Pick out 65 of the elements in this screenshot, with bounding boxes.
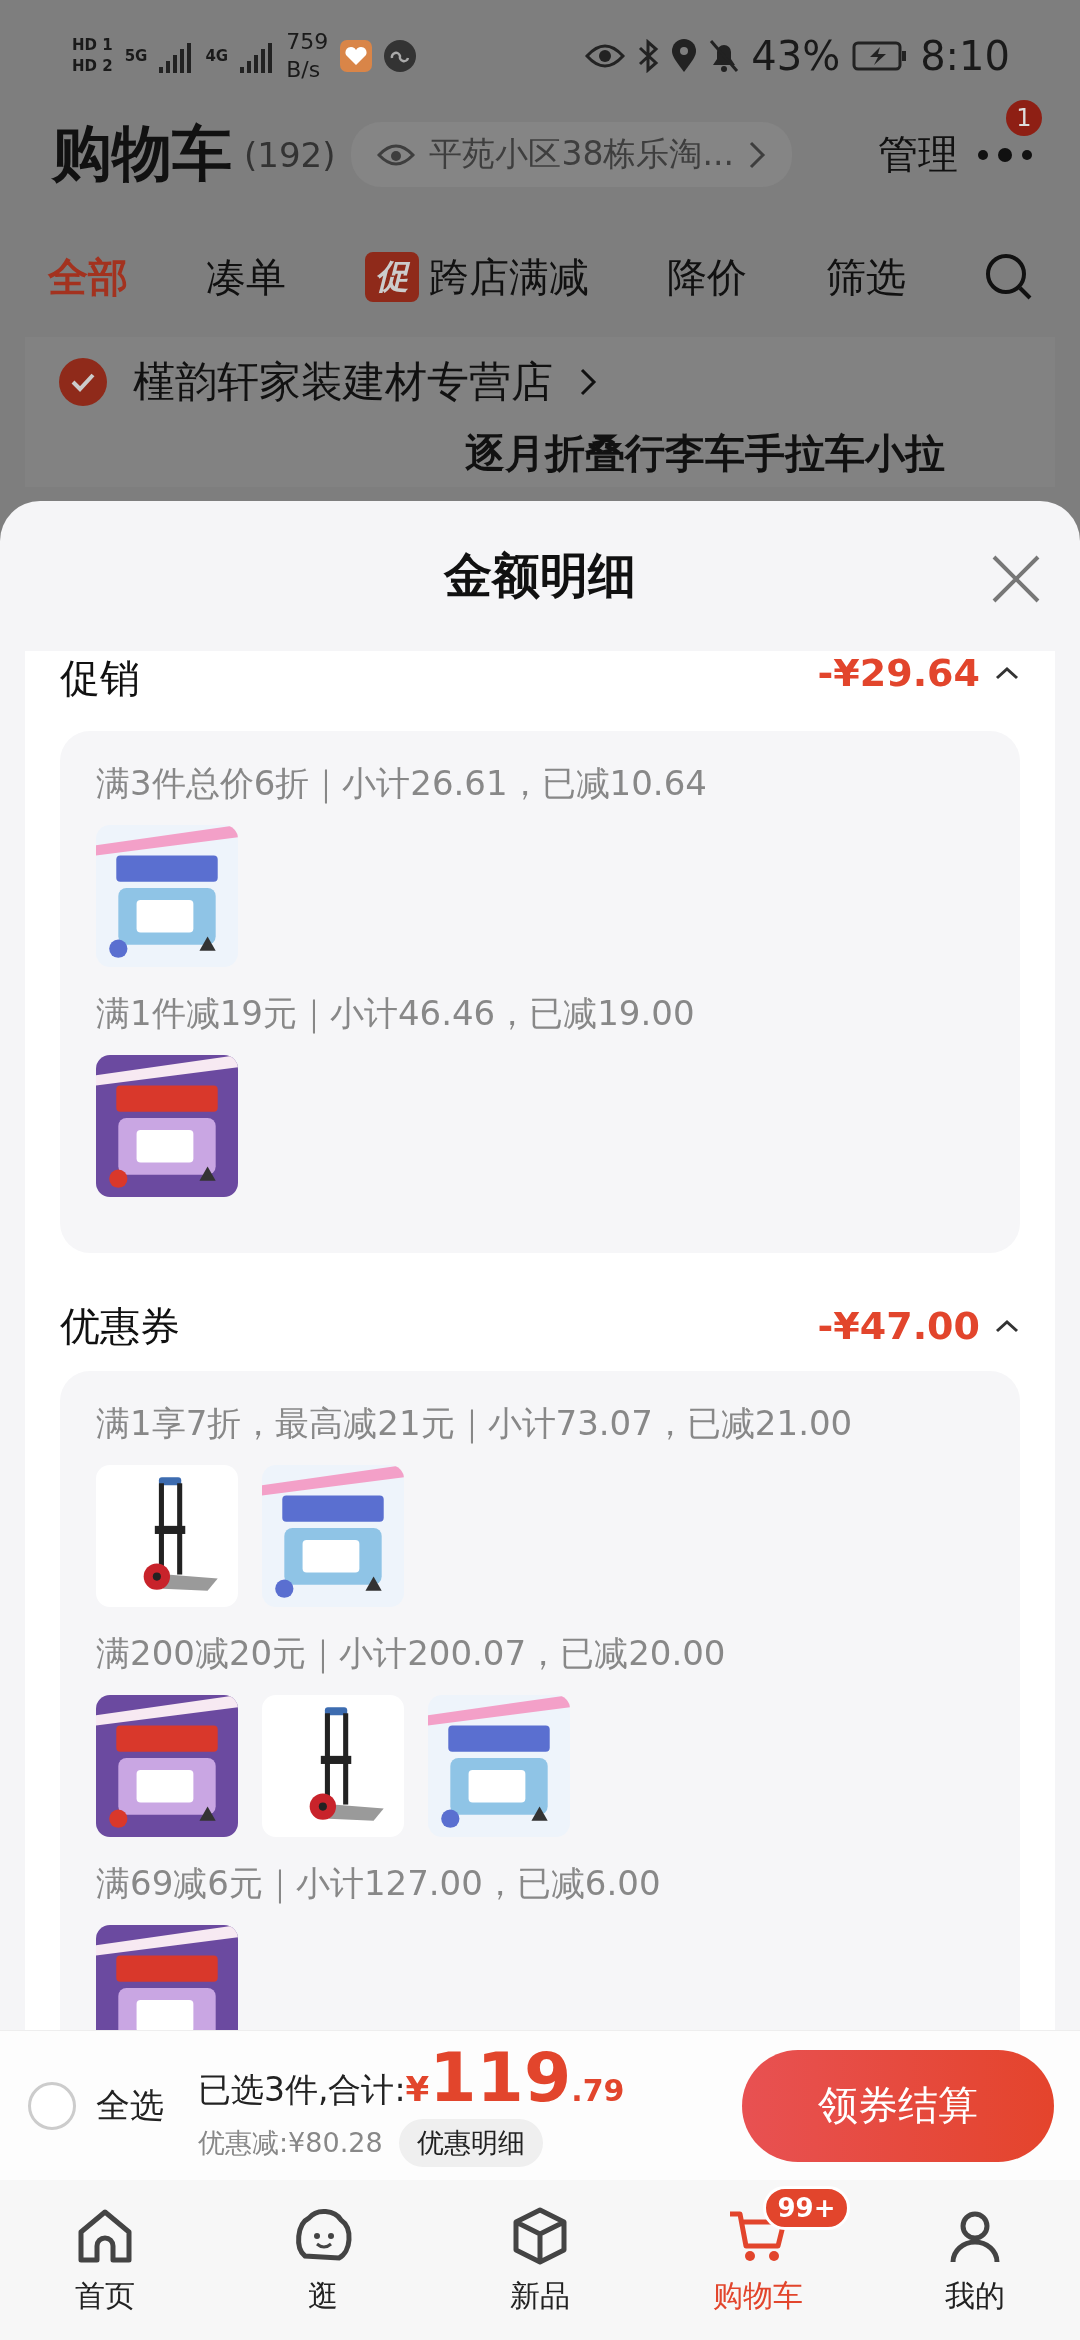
notification-badge: 1 (1006, 99, 1042, 136)
infinity-app-icon (384, 40, 417, 72)
collapse-caret-icon[interactable] (994, 665, 1020, 681)
checkout-button[interactable]: 领券结算 (742, 2049, 1054, 2162)
nav-tab[interactable]: 首页 (73, 2203, 137, 2317)
speed-unit: B/s (286, 59, 322, 81)
nav-label: 逛 (307, 2276, 338, 2315)
sheet-title: 金额明细 (444, 546, 636, 605)
address-selector[interactable]: 平苑小区38栋乐淘... (351, 122, 792, 187)
chevron-icon (579, 367, 597, 397)
nav-tab[interactable]: 逛 (290, 2203, 355, 2317)
discount-amount: -¥47.00 (817, 1304, 980, 1348)
cart-count: (192) (244, 134, 336, 175)
discount-rule: 满200减20元｜小计200.07，已减20.00 (96, 1633, 726, 1673)
bluetooth-icon (637, 39, 660, 73)
discount-rule: 满69减6元｜小计127.00，已减6.00 (96, 1863, 661, 1903)
discount-rule: 满1件减19元｜小计46.46，已减19.00 (96, 993, 695, 1033)
sim-label: HD 2 (72, 59, 113, 74)
filter-tab[interactable]: 凑单 (206, 249, 287, 305)
select-all-label: 全选 (96, 2083, 164, 2127)
section-title: 促销 (60, 654, 140, 703)
discount-rule: 满3件总价6折｜小计26.61，已减10.64 (96, 763, 707, 803)
chevron-icon (747, 139, 766, 170)
total-price: 119 (429, 2044, 572, 2112)
filter-tab[interactable]: 筛选 (825, 249, 906, 305)
location-icon (671, 39, 698, 73)
product-title: 逐月折叠行李车手拉车小拉 (465, 429, 945, 478)
filter-tab[interactable]: 降价 (667, 249, 748, 305)
clock: 8:10 (920, 36, 1010, 76)
discount-amount: -¥29.64 (817, 651, 980, 695)
cart-badge: 99+ (762, 2186, 851, 2230)
section-title: 优惠券 (60, 1301, 180, 1351)
battery-charging-icon (852, 41, 909, 71)
heart-app-icon (340, 40, 373, 72)
eye-icon (585, 42, 626, 70)
discount-rule: 满1享7折，最高减21元｜小计73.07，已减21.00 (96, 1403, 853, 1443)
bell-off-icon (709, 39, 740, 73)
store-checkbox[interactable] (59, 358, 107, 406)
page-title: 购物车 (52, 117, 232, 190)
checkmark-icon (70, 372, 96, 392)
address-text: 平苑小区38栋乐淘... (429, 133, 734, 175)
nav-tab[interactable]: 新品 (508, 2203, 572, 2317)
select-all-checkbox[interactable] (28, 2081, 76, 2130)
network-speed: 759 (286, 31, 329, 53)
discount-details-button[interactable]: 优惠明细 (398, 2119, 543, 2167)
network-label: 5G (124, 48, 148, 64)
search-icon[interactable] (983, 252, 1034, 302)
collapse-caret-icon[interactable] (994, 1318, 1020, 1334)
promo-badge: 促 (364, 252, 419, 302)
battery-percent: 43% (751, 36, 841, 76)
more-icon[interactable] (975, 147, 1035, 162)
currency-symbol: ¥ (405, 2069, 430, 2109)
manage-button[interactable]: 管理 (878, 127, 958, 182)
nav-tab[interactable]: 我的 (943, 2203, 1007, 2317)
nav-label: 首页 (75, 2276, 135, 2315)
total-price-decimal: .79 (571, 2073, 625, 2108)
nav-label: 新品 (510, 2276, 570, 2315)
nav-label: 我的 (945, 2276, 1005, 2315)
filter-tab[interactable]: 促 跨店满减 (364, 249, 589, 305)
sim-label: HD 1 (72, 38, 113, 53)
nav-label: 购物车 (712, 2276, 803, 2315)
tab-label: 跨店满减 (428, 252, 589, 302)
network-label: 4G (205, 48, 229, 64)
selection-summary: 已选3件,合计: (198, 2069, 406, 2111)
discount-total: 优惠减:¥80.28 (198, 2126, 383, 2160)
